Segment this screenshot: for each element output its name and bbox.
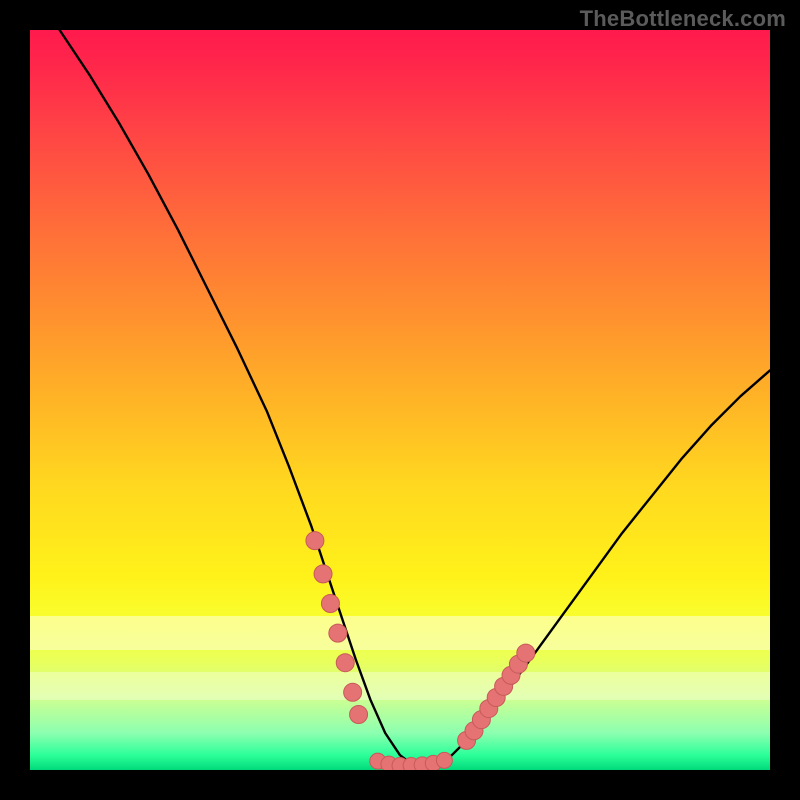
chart-frame: TheBottleneck.com bbox=[0, 0, 800, 800]
data-marker bbox=[329, 624, 347, 642]
data-marker bbox=[344, 683, 362, 701]
data-marker bbox=[336, 654, 354, 672]
data-marker bbox=[314, 565, 332, 583]
chart-svg bbox=[30, 30, 770, 770]
data-marker bbox=[306, 532, 324, 550]
data-marker bbox=[436, 752, 452, 768]
plot-area bbox=[30, 30, 770, 770]
watermark-label: TheBottleneck.com bbox=[580, 6, 786, 32]
data-marker bbox=[517, 644, 535, 662]
data-marker bbox=[321, 595, 339, 613]
data-marker bbox=[350, 706, 368, 724]
bottleneck-curve bbox=[60, 30, 770, 766]
